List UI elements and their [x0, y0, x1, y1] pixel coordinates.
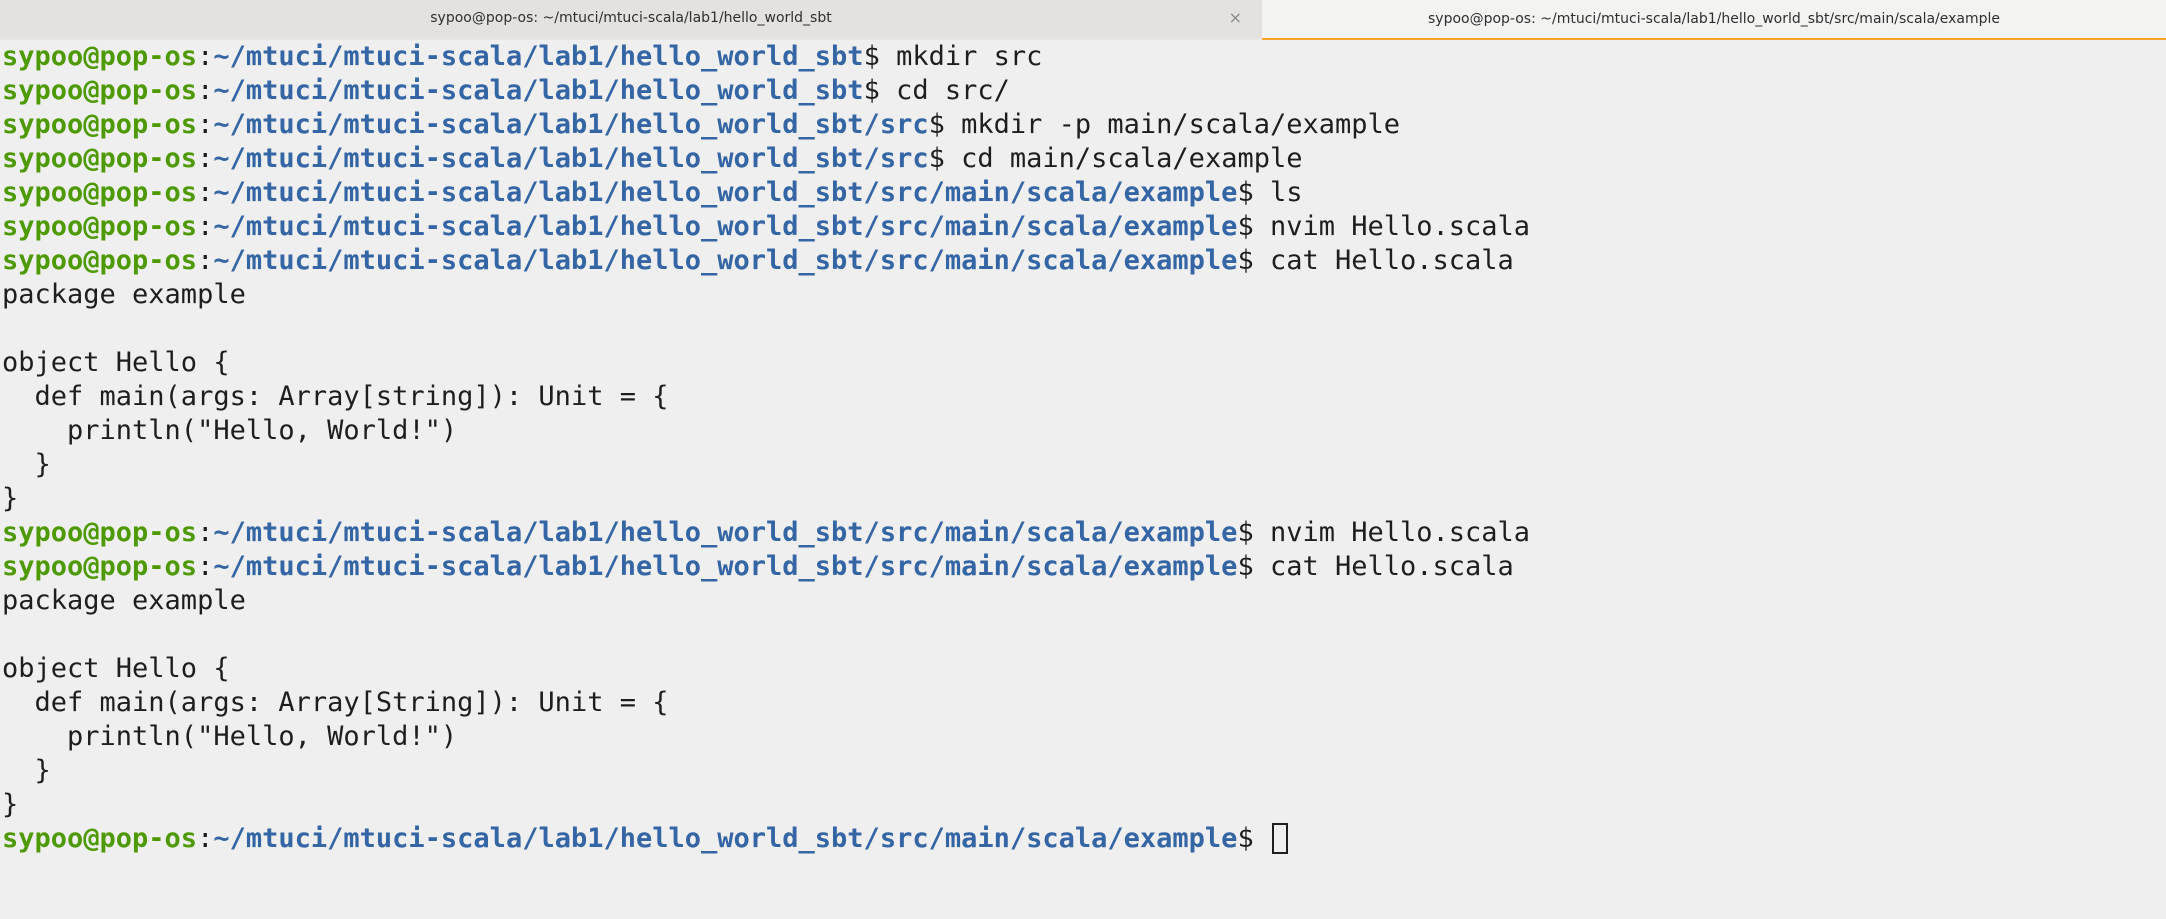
prompt-dollar: $ [1237, 211, 1270, 242]
prompt-user: sypoo@pop-os [2, 109, 198, 140]
output-text: object Hello { [2, 347, 230, 378]
prompt-dollar: $ [863, 75, 897, 106]
prompt-colon: : [197, 177, 214, 208]
prompt-line: sypoo@pop-os:~/mtuci/mtuci-scala/lab1/he… [2, 108, 2166, 142]
output-text: package example [2, 279, 246, 310]
prompt-dollar: $ [1237, 517, 1270, 548]
tab-title: sypoo@pop-os: ~/mtuci/mtuci-scala/lab1/h… [1427, 11, 2001, 27]
command-text: cd src/ [896, 75, 1010, 106]
output-line: package example [2, 278, 2166, 312]
prompt-line: sypoo@pop-os:~/mtuci/mtuci-scala/lab1/he… [2, 74, 2166, 108]
prompt-path: ~/mtuci/mtuci-scala/lab1/hello_world_sbt… [213, 823, 1238, 854]
prompt-user: sypoo@pop-os [2, 551, 198, 582]
prompt-line: sypoo@pop-os:~/mtuci/mtuci-scala/lab1/he… [2, 550, 2166, 584]
output-text: } [2, 483, 19, 514]
tab-hello-world-sbt[interactable]: sypoo@pop-os: ~/mtuci/mtuci-scala/lab1/h… [0, 0, 1262, 38]
output-line: def main(args: Array[String]): Unit = { [2, 686, 2166, 720]
terminal-output[interactable]: sypoo@pop-os:~/mtuci/mtuci-scala/lab1/he… [0, 40, 2166, 919]
prompt-user: sypoo@pop-os [2, 143, 198, 174]
prompt-dollar: $ [928, 109, 962, 140]
prompt-line: sypoo@pop-os:~/mtuci/mtuci-scala/lab1/he… [2, 516, 2166, 550]
output-text: package example [2, 585, 246, 616]
prompt-colon: : [197, 245, 214, 276]
output-line: object Hello { [2, 346, 2166, 380]
prompt-line: sypoo@pop-os:~/mtuci/mtuci-scala/lab1/he… [2, 210, 2166, 244]
close-icon[interactable]: × [1229, 8, 1242, 28]
prompt-colon: : [197, 109, 214, 140]
command-text: ls [1269, 177, 1303, 208]
prompt-dollar: $ [1237, 551, 1270, 582]
prompt-line: sypoo@pop-os:~/mtuci/mtuci-scala/lab1/he… [2, 822, 2166, 856]
output-line: } [2, 754, 2166, 788]
command-text: cat Hello.scala [1269, 551, 1514, 582]
command-text: nvim Hello.scala [1269, 211, 1531, 242]
output-line: println("Hello, World!") [2, 414, 2166, 448]
prompt-user: sypoo@pop-os [2, 823, 198, 854]
prompt-dollar: $ [1237, 177, 1270, 208]
prompt-user: sypoo@pop-os [2, 211, 198, 242]
prompt-dollar: $ [863, 41, 897, 72]
prompt-line: sypoo@pop-os:~/mtuci/mtuci-scala/lab1/he… [2, 40, 2166, 74]
prompt-user: sypoo@pop-os [2, 75, 198, 106]
output-text: object Hello { [2, 653, 230, 684]
output-line: } [2, 788, 2166, 822]
prompt-path: ~/mtuci/mtuci-scala/lab1/hello_world_sbt… [213, 211, 1238, 242]
output-text: println("Hello, World!") [2, 415, 458, 446]
output-line: package example [2, 584, 2166, 618]
prompt-line: sypoo@pop-os:~/mtuci/mtuci-scala/lab1/he… [2, 142, 2166, 176]
prompt-user: sypoo@pop-os [2, 245, 198, 276]
output-text: println("Hello, World!") [2, 721, 458, 752]
prompt-path: ~/mtuci/mtuci-scala/lab1/hello_world_sbt [213, 41, 864, 72]
tab-bar: sypoo@pop-os: ~/mtuci/mtuci-scala/lab1/h… [0, 0, 2166, 40]
output-text: } [2, 789, 19, 820]
prompt-colon: : [197, 143, 214, 174]
prompt-dollar: $ [1237, 823, 1270, 854]
prompt-colon: : [197, 517, 214, 548]
prompt-user: sypoo@pop-os [2, 517, 198, 548]
output-line: def main(args: Array[string]): Unit = { [2, 380, 2166, 414]
prompt-path: ~/mtuci/mtuci-scala/lab1/hello_world_sbt… [213, 177, 1238, 208]
prompt-colon: : [197, 211, 214, 242]
prompt-path: ~/mtuci/mtuci-scala/lab1/hello_world_sbt… [213, 245, 1238, 276]
prompt-path: ~/mtuci/mtuci-scala/lab1/hello_world_sbt [213, 75, 864, 106]
terminal-window: sypoo@pop-os: ~/mtuci/mtuci-scala/lab1/h… [0, 0, 2166, 919]
output-line: object Hello { [2, 652, 2166, 686]
command-text: cd main/scala/example [961, 143, 1303, 174]
prompt-line: sypoo@pop-os:~/mtuci/mtuci-scala/lab1/he… [2, 176, 2166, 210]
command-text: cat Hello.scala [1269, 245, 1514, 276]
output-text: } [2, 449, 51, 480]
prompt-dollar: $ [928, 143, 962, 174]
prompt-colon: : [197, 551, 214, 582]
output-line: } [2, 448, 2166, 482]
prompt-colon: : [197, 75, 214, 106]
prompt-colon: : [197, 41, 214, 72]
prompt-user: sypoo@pop-os [2, 177, 198, 208]
terminal-cursor [1271, 823, 1288, 854]
output-text: def main(args: Array[string]): Unit = { [2, 381, 669, 412]
prompt-path: ~/mtuci/mtuci-scala/lab1/hello_world_sbt… [213, 551, 1238, 582]
prompt-path: ~/mtuci/mtuci-scala/lab1/hello_world_sbt… [213, 143, 929, 174]
command-text: mkdir src [896, 41, 1043, 72]
prompt-path: ~/mtuci/mtuci-scala/lab1/hello_world_sbt… [213, 517, 1238, 548]
output-text: def main(args: Array[String]): Unit = { [2, 687, 669, 718]
tab-title: sypoo@pop-os: ~/mtuci/mtuci-scala/lab1/h… [430, 10, 832, 26]
command-text: mkdir -p main/scala/example [961, 109, 1401, 140]
output-text: } [2, 755, 51, 786]
output-line: } [2, 482, 2166, 516]
prompt-colon: : [197, 823, 214, 854]
prompt-path: ~/mtuci/mtuci-scala/lab1/hello_world_sbt… [213, 109, 929, 140]
tab-example[interactable]: sypoo@pop-os: ~/mtuci/mtuci-scala/lab1/h… [1262, 0, 2166, 40]
prompt-dollar: $ [1237, 245, 1270, 276]
prompt-user: sypoo@pop-os [2, 41, 198, 72]
command-text: nvim Hello.scala [1269, 517, 1531, 548]
prompt-line: sypoo@pop-os:~/mtuci/mtuci-scala/lab1/he… [2, 244, 2166, 278]
output-line: println("Hello, World!") [2, 720, 2166, 754]
